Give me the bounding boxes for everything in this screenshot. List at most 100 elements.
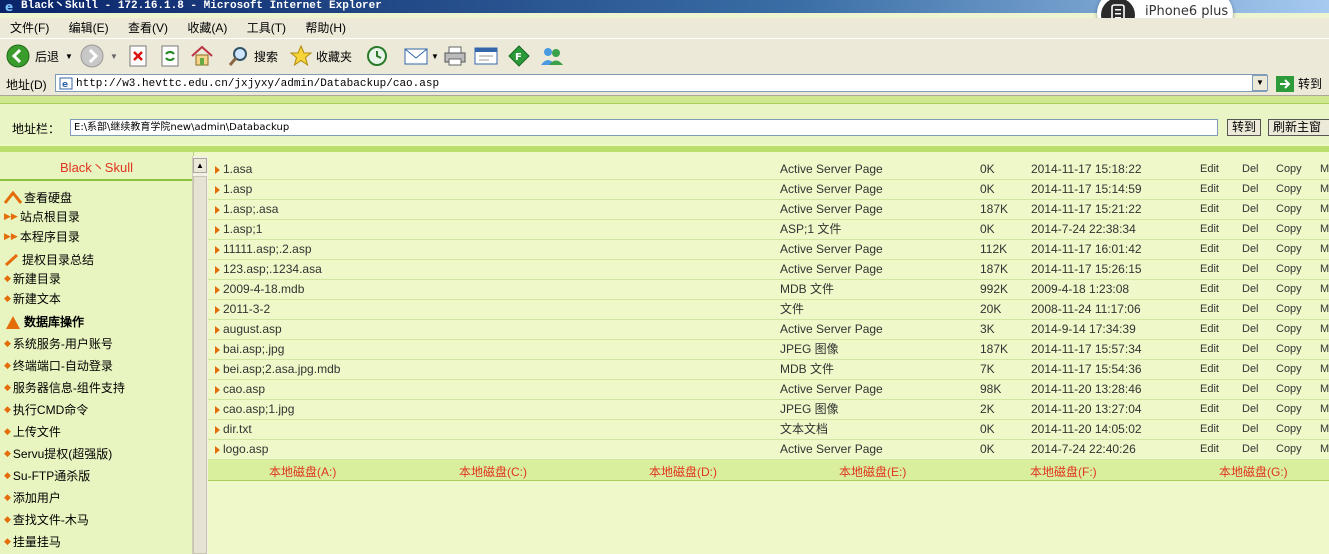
copy-link[interactable]: Copy xyxy=(1276,180,1302,199)
delete-link[interactable]: Del xyxy=(1242,440,1259,459)
edit-link[interactable]: Edit xyxy=(1200,280,1219,299)
sidebar-item-services-accounts[interactable]: ◆ 系统服务-用户账号 xyxy=(4,335,113,352)
file-name-link[interactable]: 1.asp;1 xyxy=(223,220,262,239)
menu-help[interactable]: 帮助(H) xyxy=(299,18,352,38)
file-name-link[interactable]: bai.asp;.jpg xyxy=(223,340,284,359)
file-name-link[interactable]: 2009-4-18.mdb xyxy=(223,280,304,299)
copy-link[interactable]: Copy xyxy=(1276,160,1302,179)
delete-link[interactable]: Del xyxy=(1242,300,1259,319)
edit-link[interactable]: Edit xyxy=(1200,200,1219,219)
edit-link[interactable]: Edit xyxy=(1200,420,1219,439)
edit-link[interactable]: Edit xyxy=(1200,180,1219,199)
menu-file[interactable]: 文件(F) xyxy=(4,18,55,38)
move-link[interactable]: Mo xyxy=(1320,420,1329,439)
edit-link[interactable]: Edit xyxy=(1200,240,1219,259)
copy-link[interactable]: Copy xyxy=(1276,440,1302,459)
drive-link-f[interactable]: 本地磁盘(F:) xyxy=(1030,463,1097,480)
file-name-link[interactable]: 1.asp xyxy=(223,180,252,199)
file-name-link[interactable]: cao.asp;1.jpg xyxy=(223,400,294,419)
delete-link[interactable]: Del xyxy=(1242,260,1259,279)
move-link[interactable]: Mo xyxy=(1320,400,1329,419)
copy-link[interactable]: Copy xyxy=(1276,300,1302,319)
edit-link[interactable]: Edit xyxy=(1200,340,1219,359)
move-link[interactable]: Mo xyxy=(1320,220,1329,239)
messenger-button[interactable]: F xyxy=(508,43,530,69)
file-name-link[interactable]: bei.asp;2.asa.jpg.mdb xyxy=(223,360,340,379)
edit-link[interactable]: Edit xyxy=(1200,400,1219,419)
copy-link[interactable]: Copy xyxy=(1276,260,1302,279)
sidebar-item-program-dir[interactable]: ▶▶ 本程序目录 xyxy=(4,228,80,245)
move-link[interactable]: Mo xyxy=(1320,440,1329,459)
edit-link[interactable]: Edit xyxy=(1200,300,1219,319)
file-name-link[interactable]: cao.asp xyxy=(223,380,265,399)
menu-tools[interactable]: 工具(T) xyxy=(241,18,292,38)
home-button[interactable] xyxy=(190,43,214,69)
delete-link[interactable]: Del xyxy=(1242,340,1259,359)
copy-link[interactable]: Copy xyxy=(1276,340,1302,359)
move-link[interactable]: Mo xyxy=(1320,160,1329,179)
sidebar-item-new-dir[interactable]: ◆ 新建目录 xyxy=(4,270,61,287)
delete-link[interactable]: Del xyxy=(1242,200,1259,219)
move-link[interactable]: Mo xyxy=(1320,260,1329,279)
back-button[interactable]: 后退 ▼ xyxy=(6,43,73,69)
history-button[interactable] xyxy=(365,43,389,69)
scroll-up-button[interactable]: ▲ xyxy=(193,158,207,173)
sidebar-scrollbar[interactable]: ▲ xyxy=(192,156,208,554)
path-input[interactable]: E:\系部\继续教育学院new\admin\Databackup xyxy=(70,119,1218,136)
sidebar-item-cmd[interactable]: ◆ 执行CMD命令 xyxy=(4,401,88,418)
path-go-button[interactable]: 转到 xyxy=(1227,119,1261,136)
delete-link[interactable]: Del xyxy=(1242,180,1259,199)
sidebar-item-servu[interactable]: ◆ Servu提权(超强版) xyxy=(4,445,112,462)
move-link[interactable]: Mo xyxy=(1320,360,1329,379)
sidebar-item-upload[interactable]: ◆ 上传文件 xyxy=(4,423,61,440)
menu-favorites[interactable]: 收藏(A) xyxy=(181,18,233,38)
sidebar-item-site-root[interactable]: ▶▶ 站点根目录 xyxy=(4,208,80,225)
menu-edit[interactable]: 编辑(E) xyxy=(63,18,115,38)
copy-link[interactable]: Copy xyxy=(1276,320,1302,339)
file-name-link[interactable]: 11111.asp;.2.asp xyxy=(223,240,312,259)
file-name-link[interactable]: 1.asa xyxy=(223,160,252,179)
file-name-link[interactable]: dir.txt xyxy=(223,420,252,439)
delete-link[interactable]: Del xyxy=(1242,380,1259,399)
address-go-button[interactable]: 转到 xyxy=(1276,75,1322,92)
drive-link-c[interactable]: 本地磁盘(C:) xyxy=(459,463,527,480)
copy-link[interactable]: Copy xyxy=(1276,200,1302,219)
copy-link[interactable]: Copy xyxy=(1276,280,1302,299)
edit-link[interactable]: Edit xyxy=(1200,220,1219,239)
edit-link[interactable]: Edit xyxy=(1200,380,1219,399)
sidebar-item-add-user[interactable]: ◆ 添加用户 xyxy=(4,489,61,506)
move-link[interactable]: Mo xyxy=(1320,320,1329,339)
move-link[interactable]: Mo xyxy=(1320,380,1329,399)
delete-link[interactable]: Del xyxy=(1242,220,1259,239)
refresh-main-window-button[interactable]: 刷新主窗 xyxy=(1268,119,1329,136)
print-button[interactable] xyxy=(443,43,467,69)
edit-link[interactable]: Edit xyxy=(1200,440,1219,459)
edit-link[interactable]: Edit xyxy=(1200,360,1219,379)
drive-link-e[interactable]: 本地磁盘(E:) xyxy=(839,463,906,480)
copy-link[interactable]: Copy xyxy=(1276,240,1302,259)
address-input[interactable]: e http://w3.hevttc.edu.cn/jxjyxy/admin/D… xyxy=(55,74,1267,92)
copy-link[interactable]: Copy xyxy=(1276,400,1302,419)
sidebar-item-privesc-summary[interactable]: 提权目录总结 xyxy=(4,251,94,268)
move-link[interactable]: Mo xyxy=(1320,240,1329,259)
search-button[interactable]: 搜索 xyxy=(228,43,278,69)
delete-link[interactable]: Del xyxy=(1242,360,1259,379)
stop-button[interactable] xyxy=(128,43,148,69)
edit-link[interactable]: Edit xyxy=(1200,160,1219,179)
delete-link[interactable]: Del xyxy=(1242,400,1259,419)
move-link[interactable]: Mo xyxy=(1320,280,1329,299)
sidebar-item-new-text[interactable]: ◆ 新建文本 xyxy=(4,290,61,307)
scrollbar-thumb[interactable] xyxy=(193,176,207,554)
drive-link-d[interactable]: 本地磁盘(D:) xyxy=(649,463,717,480)
address-dropdown-button[interactable]: ▼ xyxy=(1252,75,1268,91)
file-name-link[interactable]: august.asp xyxy=(223,320,282,339)
move-link[interactable]: Mo xyxy=(1320,340,1329,359)
move-link[interactable]: Mo xyxy=(1320,300,1329,319)
drive-link-g[interactable]: 本地磁盘(G:) xyxy=(1219,463,1288,480)
sidebar-item-batch-inject[interactable]: ◆ 挂量挂马 xyxy=(4,533,61,550)
users-button[interactable] xyxy=(540,43,564,69)
delete-link[interactable]: Del xyxy=(1242,280,1259,299)
file-name-link[interactable]: 1.asp;.asa xyxy=(223,200,278,219)
copy-link[interactable]: Copy xyxy=(1276,380,1302,399)
sidebar-item-terminal-port[interactable]: ◆ 终端端口-自动登录 xyxy=(4,357,113,374)
